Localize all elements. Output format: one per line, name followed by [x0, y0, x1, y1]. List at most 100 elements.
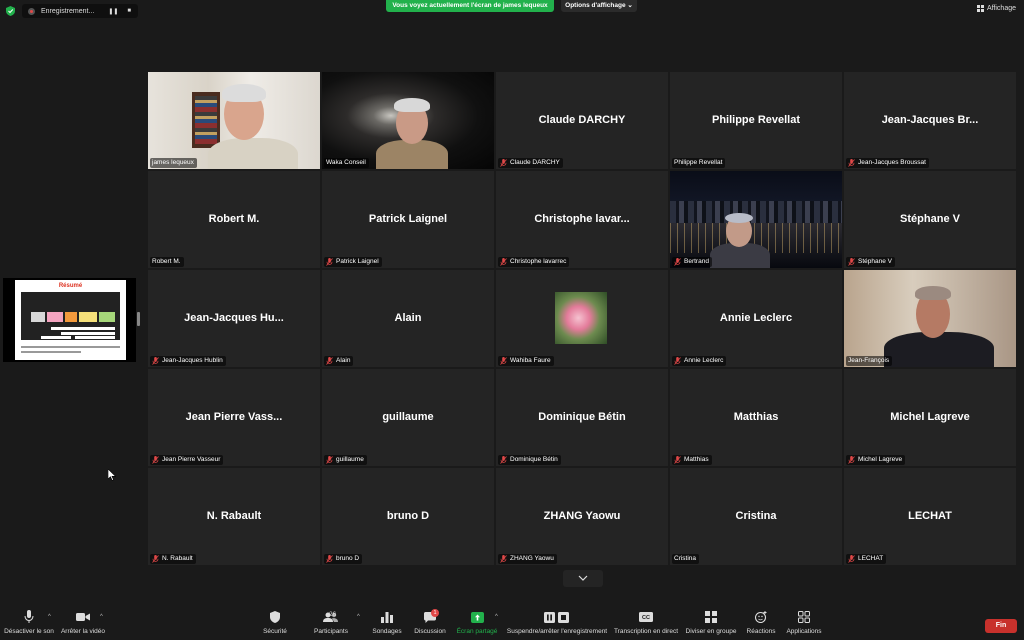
- show-more-button[interactable]: [563, 570, 603, 587]
- participant-name-label: Alain: [324, 356, 354, 366]
- end-meeting-button[interactable]: Fin: [985, 619, 1017, 633]
- participant-tile[interactable]: Robert M. Robert M.: [148, 171, 320, 268]
- view-options-button[interactable]: Options d'affichage ⌄: [561, 0, 637, 12]
- breakout-rooms-label: Diviser en groupe: [685, 628, 737, 635]
- participant-name-label: Michel Lagreve: [846, 455, 906, 465]
- participant-name: Matthias: [684, 456, 709, 463]
- participant-tile[interactable]: Cristina Cristina: [670, 468, 842, 565]
- participant-name-label: Jean-Jacques Hublin: [150, 356, 226, 366]
- muted-microphone-icon: [326, 357, 333, 365]
- participant-tile[interactable]: Michel Lagreve Michel Lagreve: [844, 369, 1016, 466]
- participant-name-label: Matthias: [672, 455, 712, 465]
- participant-display-name: guillaume: [382, 411, 434, 423]
- reactions-button[interactable]: Réactions: [744, 608, 778, 635]
- participant-name-label: Dominique Bétin: [498, 455, 561, 465]
- participant-display-name: Patrick Laignel: [368, 213, 448, 225]
- participant-tile[interactable]: N. Rabault N. Rabault: [148, 468, 320, 565]
- share-caret-icon[interactable]: ^: [495, 614, 498, 620]
- participant-name-label: Jean-François: [846, 356, 893, 366]
- transcription-button[interactable]: CC Transcription en direct: [613, 608, 679, 635]
- participant-name: james lequeux: [152, 159, 194, 166]
- gallery-view: james lequeux Waka Conseil Claude DARCHY Cl…: [148, 72, 1017, 567]
- participant-name: Jean-Jacques Hublin: [162, 357, 223, 364]
- bar-chart-icon: [381, 611, 393, 623]
- participant-display-name: Stéphane V: [900, 213, 960, 225]
- video-feed: [844, 270, 1016, 367]
- participant-tile[interactable]: Jean Pierre Vass... Jean Pierre Vasseur: [148, 369, 320, 466]
- participant-name-label: Jean Pierre Vasseur: [150, 455, 224, 465]
- participants-button[interactable]: 26 ^ Participants: [310, 608, 360, 635]
- smiley-plus-icon: [755, 611, 767, 623]
- participant-display-name: Philippe Revellat: [711, 114, 801, 126]
- share-screen-button[interactable]: ^ Écran partagé: [456, 608, 498, 635]
- stop-recording-icon[interactable]: ■: [127, 8, 131, 14]
- participant-name-label: Jean-Jacques Broussat: [846, 158, 929, 168]
- participant-name: Cristina: [674, 555, 697, 562]
- participant-name-label: Waka Conseil: [324, 158, 369, 168]
- pause-stop-recording-button[interactable]: Suspendre/arrêter l'enregistrement: [505, 608, 609, 635]
- participant-tile[interactable]: Christophe lavar... Christophe lavarrec: [496, 171, 668, 268]
- closed-caption-icon: CC: [639, 612, 653, 622]
- video-caret-icon[interactable]: ^: [100, 614, 103, 620]
- pause-recording-icon[interactable]: ❚❚: [108, 8, 118, 15]
- participant-tile[interactable]: james lequeux: [148, 72, 320, 169]
- participant-name-label: Stéphane V: [846, 257, 895, 267]
- chat-button[interactable]: 1 Discussion: [412, 608, 448, 635]
- recording-indicator: Enregistrement... ❚❚ ■: [22, 4, 138, 18]
- participant-name-label: Patrick Laignel: [324, 257, 382, 267]
- polls-label: Sondages: [372, 628, 402, 635]
- stop-video-button[interactable]: ^ Arrêter la vidéo: [60, 608, 106, 635]
- participant-name-label: N. Rabault: [150, 554, 196, 564]
- participant-tile[interactable]: Waka Conseil: [322, 72, 494, 169]
- participant-name: LECHAT: [858, 555, 884, 562]
- muted-microphone-icon: [500, 456, 507, 464]
- muted-microphone-icon: [848, 159, 855, 167]
- participant-display-name: N. Rabault: [206, 510, 262, 522]
- participant-name: Jean Pierre Vasseur: [162, 456, 221, 463]
- participant-tile[interactable]: Matthias Matthias: [670, 369, 842, 466]
- muted-microphone-icon: [500, 555, 507, 563]
- participant-tile[interactable]: Stéphane V Stéphane V: [844, 171, 1016, 268]
- participant-tile[interactable]: Jean-Jacques Hu... Jean-Jacques Hublin: [148, 270, 320, 367]
- share-screen-label: Écran partagé: [456, 628, 498, 635]
- participant-tile[interactable]: Bertrand: [670, 171, 842, 268]
- muted-microphone-icon: [500, 357, 507, 365]
- participant-name: Stéphane V: [858, 258, 892, 265]
- muted-microphone-icon: [500, 159, 507, 167]
- breakout-grid-icon: [705, 611, 717, 623]
- security-shield-icon[interactable]: [6, 6, 15, 16]
- participant-tile[interactable]: Jean-Jacques Br... Jean-Jacques Broussat: [844, 72, 1016, 169]
- participant-tile[interactable]: ZHANG Yaowu ZHANG Yaowu: [496, 468, 668, 565]
- participant-name: Patrick Laignel: [336, 258, 379, 265]
- slide-title: Résumé: [58, 283, 83, 289]
- participant-tile[interactable]: guillaume guillaume: [322, 369, 494, 466]
- participant-name-label: Philippe Revellat: [672, 158, 726, 168]
- security-button[interactable]: Sécurité: [259, 608, 291, 635]
- participant-tile[interactable]: Claude DARCHY Claude DARCHY: [496, 72, 668, 169]
- muted-microphone-icon: [152, 555, 159, 563]
- participant-tile[interactable]: bruno D bruno D: [322, 468, 494, 565]
- participant-display-name: Annie Leclerc: [719, 312, 793, 324]
- mute-button[interactable]: ^ Désactiver le son: [4, 608, 54, 635]
- participants-caret-icon[interactable]: ^: [357, 614, 360, 620]
- participant-tile[interactable]: Annie Leclerc Annie Leclerc: [670, 270, 842, 367]
- pause-stop-icon: [544, 611, 569, 623]
- mute-caret-icon[interactable]: ^: [48, 614, 51, 620]
- muted-microphone-icon: [152, 357, 159, 365]
- participant-tile[interactable]: Jean-François: [844, 270, 1016, 367]
- participant-tile[interactable]: Alain Alain: [322, 270, 494, 367]
- participant-tile[interactable]: Wahiba Faure: [496, 270, 668, 367]
- participant-name: Michel Lagreve: [858, 456, 903, 463]
- participant-tile[interactable]: Patrick Laignel Patrick Laignel: [322, 171, 494, 268]
- layout-button[interactable]: Affichage: [976, 5, 1016, 12]
- thumbnail-resize-handle[interactable]: [137, 312, 140, 326]
- participant-tile[interactable]: Dominique Bétin Dominique Bétin: [496, 369, 668, 466]
- participant-tile[interactable]: LECHAT LECHAT: [844, 468, 1016, 565]
- participant-tile[interactable]: Philippe Revellat Philippe Revellat: [670, 72, 842, 169]
- apps-button[interactable]: Applications: [784, 608, 824, 635]
- polls-button[interactable]: Sondages: [369, 608, 405, 635]
- breakout-rooms-button[interactable]: Diviser en groupe: [684, 608, 738, 635]
- zoom-meeting-window: Enregistrement... ❚❚ ■ Vous voyez actuel…: [0, 0, 1024, 640]
- profile-picture: [555, 292, 607, 344]
- shared-screen-thumbnail[interactable]: Résumé: [3, 278, 136, 362]
